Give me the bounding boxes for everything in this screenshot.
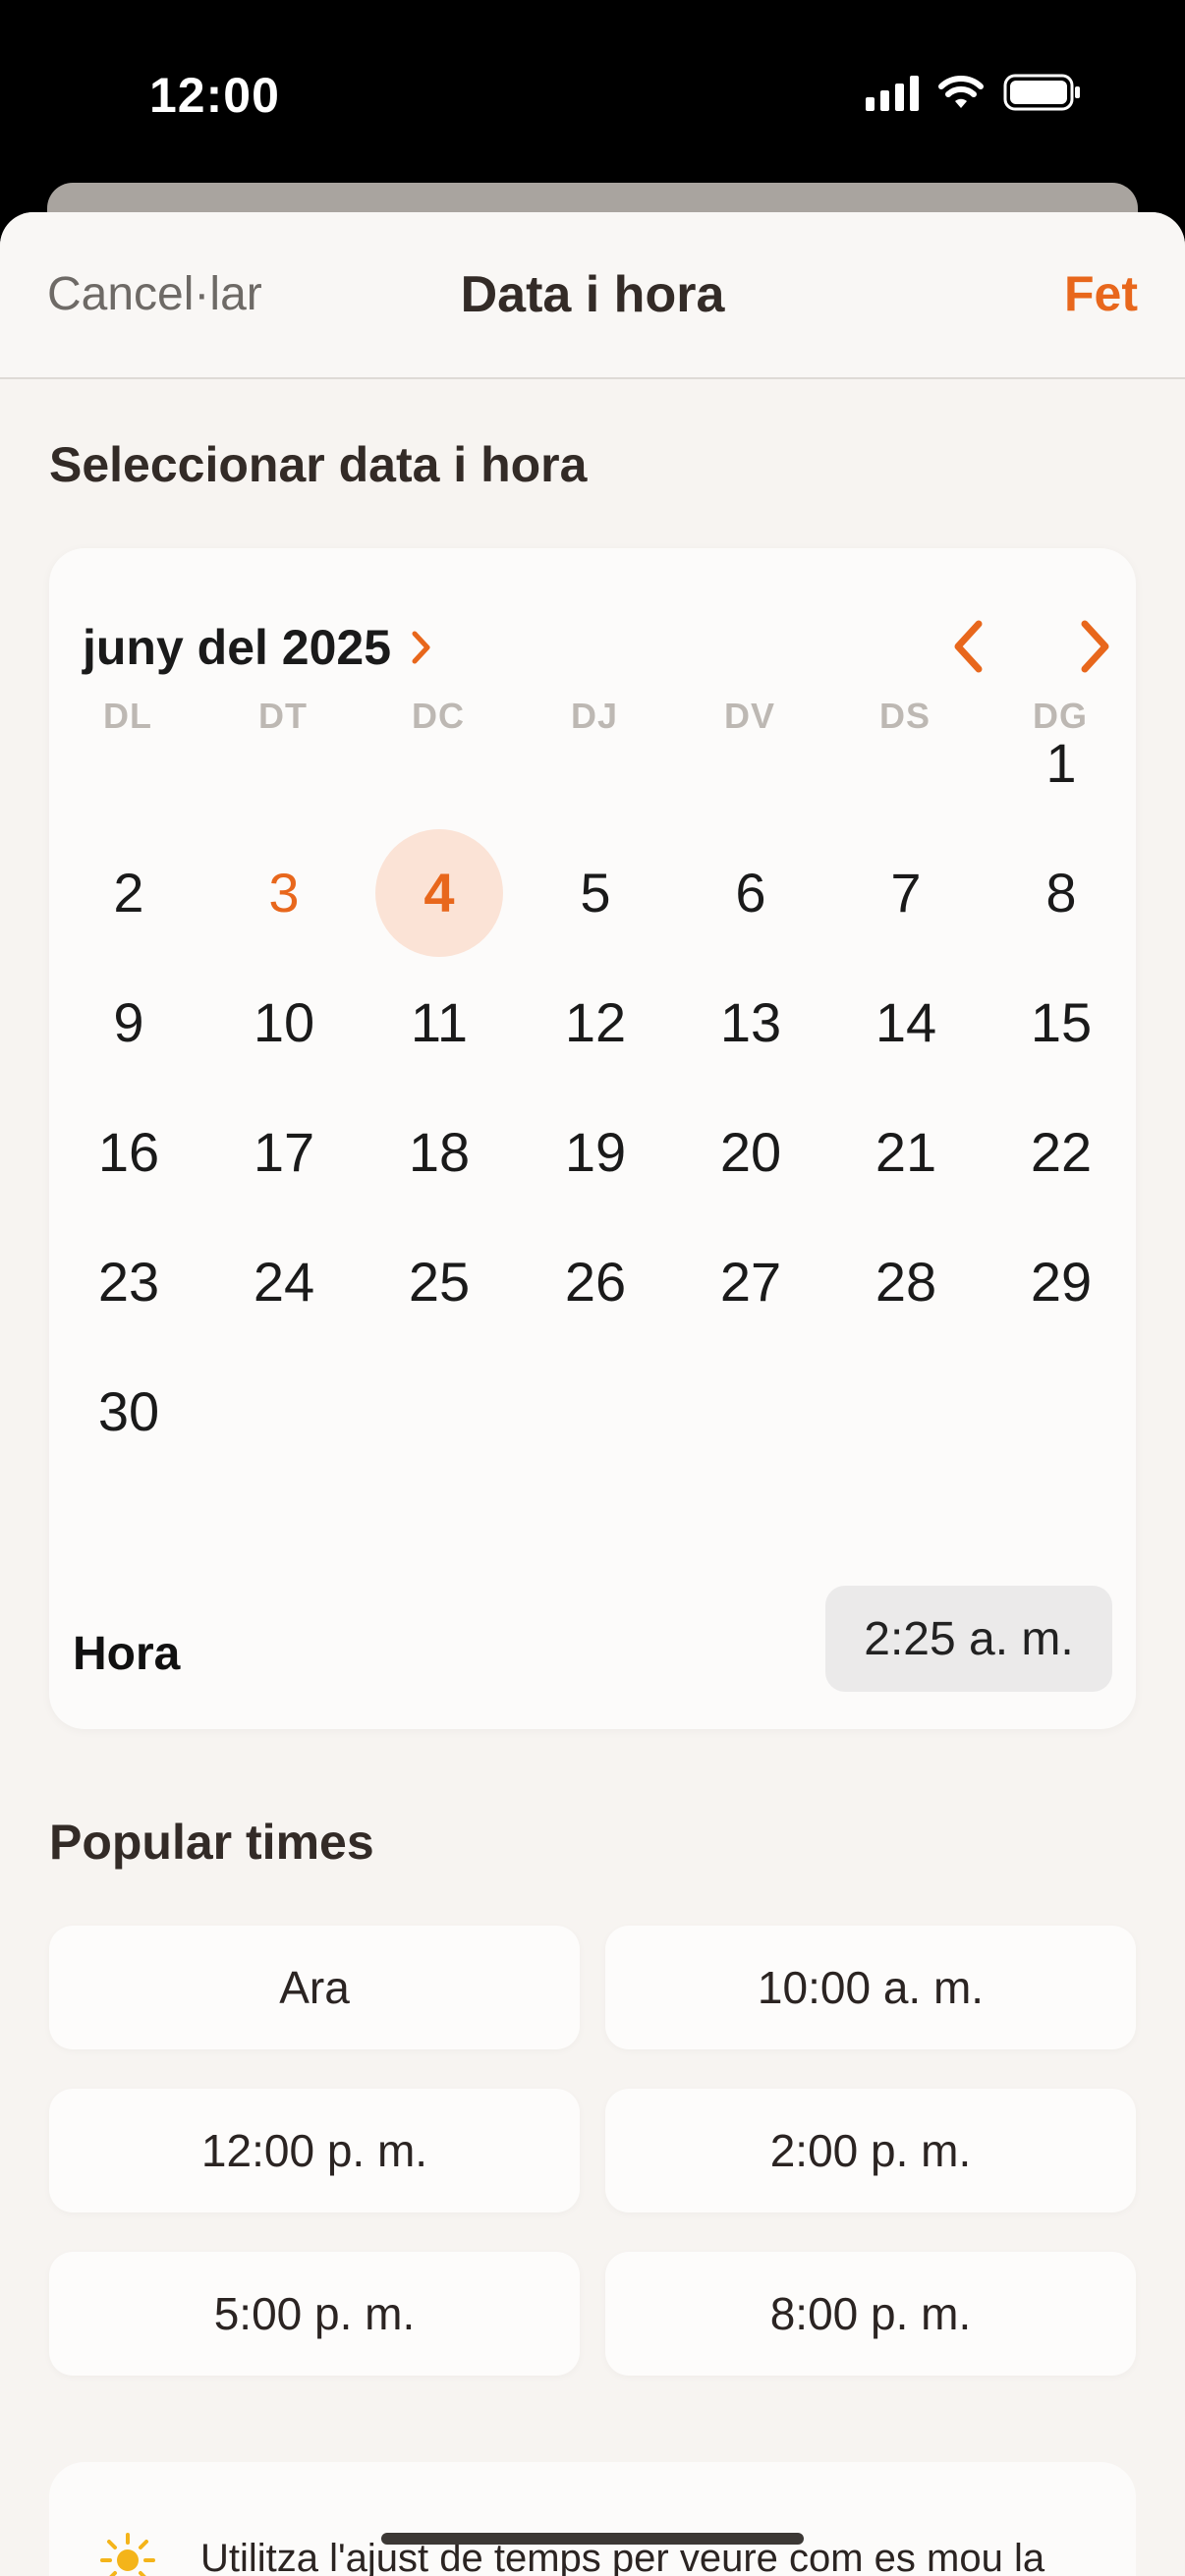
- calendar-day[interactable]: 27: [687, 1218, 815, 1346]
- calendar-day[interactable]: 21: [842, 1089, 970, 1216]
- calendar-day[interactable]: 29: [997, 1218, 1125, 1346]
- calendar-day[interactable]: 7: [842, 829, 970, 957]
- calendar-day[interactable]: 14: [842, 959, 970, 1087]
- popular-time-option[interactable]: 10:00 a. m.: [605, 1926, 1136, 2049]
- date-time-sheet: Cancel·lar Data i hora Fet Seleccionar d…: [0, 212, 1185, 2576]
- calendar-day[interactable]: 19: [532, 1089, 659, 1216]
- weekday-label: DV: [723, 696, 775, 736]
- calendar-day[interactable]: 12: [532, 959, 659, 1087]
- status-icons: [866, 73, 1082, 112]
- calendar-day[interactable]: 11: [375, 959, 503, 1087]
- month-label: juny del 2025: [83, 620, 392, 675]
- calendar-day[interactable]: 20: [687, 1089, 815, 1216]
- sunlight-tip-card: Utilitza l'ajust de temps per veure com …: [49, 2462, 1136, 2576]
- calendar-day[interactable]: 26: [532, 1218, 659, 1346]
- popular-time-option[interactable]: Ara: [49, 1926, 580, 2049]
- calendar-day[interactable]: 10: [220, 959, 348, 1087]
- chevron-left-icon: [954, 620, 983, 673]
- status-bar: 12:00: [0, 0, 1185, 187]
- nav-bar: Cancel·lar Data i hora Fet: [0, 212, 1185, 379]
- home-indicator[interactable]: [381, 2533, 804, 2545]
- calendar-day[interactable]: 1: [997, 700, 1125, 827]
- page-title: Data i hora: [460, 266, 725, 323]
- chevron-right-icon: [1081, 620, 1109, 673]
- weekday-label: DL: [103, 696, 152, 736]
- popular-time-option[interactable]: 5:00 p. m.: [49, 2252, 580, 2376]
- calendar-day[interactable]: 18: [375, 1089, 503, 1216]
- popular-time-option[interactable]: 12:00 p. m.: [49, 2089, 580, 2212]
- weekday-label: DS: [878, 696, 931, 736]
- calendar-day[interactable]: 30: [65, 1348, 193, 1476]
- month-picker-button[interactable]: juny del 2025: [83, 619, 432, 676]
- calendar-day[interactable]: 8: [997, 829, 1125, 957]
- battery-icon: [1003, 73, 1082, 112]
- chevron-right-icon: [412, 631, 430, 664]
- calendar-day[interactable]: 28: [842, 1218, 970, 1346]
- calendar-day[interactable]: 6: [687, 829, 815, 957]
- weekday-label: DJ: [570, 696, 619, 736]
- calendar-day-selected[interactable]: 4: [375, 829, 503, 957]
- sun-icon: [98, 2531, 157, 2576]
- previous-month-button[interactable]: [929, 607, 1007, 686]
- calendar-day[interactable]: 16: [65, 1089, 193, 1216]
- time-picker-button[interactable]: 2:25 a. m.: [825, 1586, 1112, 1692]
- calendar-day[interactable]: 17: [220, 1089, 348, 1216]
- status-time: 12:00: [149, 68, 280, 123]
- next-month-button[interactable]: [1056, 607, 1135, 686]
- select-date-heading: Seleccionar data i hora: [49, 437, 588, 492]
- done-button[interactable]: Fet: [1064, 265, 1138, 322]
- popular-time-option[interactable]: 2:00 p. m.: [605, 2089, 1136, 2212]
- calendar-day-today[interactable]: 3: [220, 829, 348, 957]
- wifi-icon: [938, 75, 984, 110]
- calendar-day[interactable]: 22: [997, 1089, 1125, 1216]
- calendar-day[interactable]: 24: [220, 1218, 348, 1346]
- calendar-day[interactable]: 9: [65, 959, 193, 1087]
- weekday-label: DT: [258, 696, 308, 736]
- popular-time-option[interactable]: 8:00 p. m.: [605, 2252, 1136, 2376]
- calendar-day[interactable]: 25: [375, 1218, 503, 1346]
- calendar-day[interactable]: 13: [687, 959, 815, 1087]
- calendar-card: juny del 2025 DL DT DC DJ DV DS DG 1 2 3…: [49, 548, 1136, 1729]
- calendar-day[interactable]: 15: [997, 959, 1125, 1087]
- calendar-day[interactable]: 23: [65, 1218, 193, 1346]
- weekday-label: DC: [412, 696, 465, 736]
- hour-label: Hora: [73, 1628, 181, 1680]
- popular-times-heading: Popular times: [49, 1815, 374, 1870]
- calendar-day[interactable]: 2: [65, 829, 193, 957]
- cellular-signal-icon: [866, 74, 919, 111]
- calendar-day[interactable]: 5: [532, 829, 659, 957]
